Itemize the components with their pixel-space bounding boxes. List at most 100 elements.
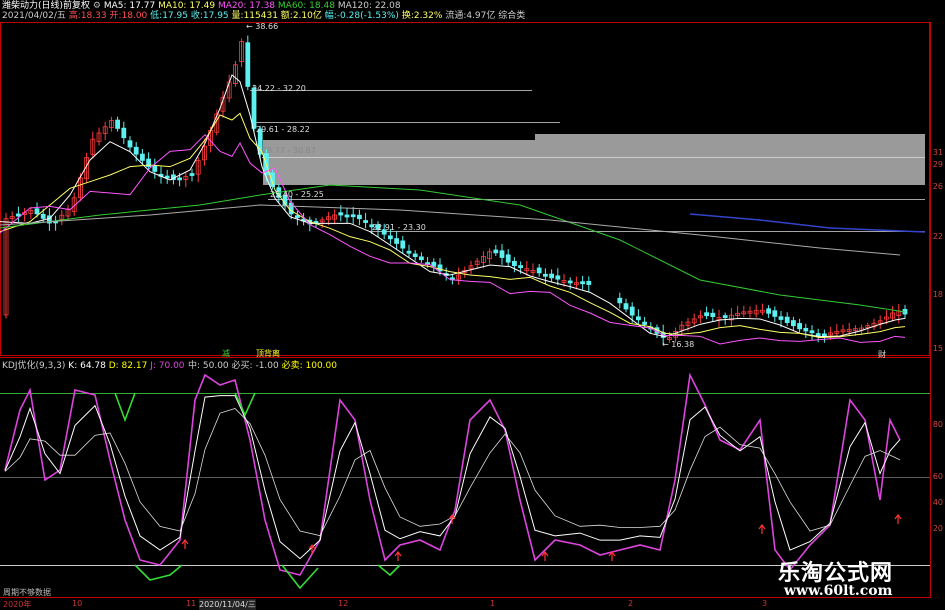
indicator-header: KDJ优化(9,3,3) K: 64.78 D: 82.17 J: 70.00 <box>2 361 185 372</box>
low-price-label: ← 16.38 <box>662 340 695 349</box>
level-label-2: 29.61 - 28.22 <box>256 125 310 134</box>
x-axis-label: 11 <box>186 599 197 608</box>
ma120-value: MA120: 22.08 <box>337 1 401 11</box>
mid-value: 中: 50.00 <box>188 361 229 371</box>
indicator-levels: 中: 50.00 必买: -1.00 必卖: 100.00 <box>188 361 337 372</box>
candle <box>822 333 827 337</box>
level-label-4: 25.40 - 25.25 <box>270 190 324 199</box>
watermark-url: www.60lt.com <box>784 583 893 599</box>
ma60-line <box>0 184 906 313</box>
candle <box>15 213 21 217</box>
candle <box>791 320 796 327</box>
candle <box>766 308 771 314</box>
candle <box>356 214 362 220</box>
chart-canvas[interactable] <box>0 0 945 609</box>
dividend-marker: 财 <box>878 350 886 359</box>
price-panel-frame <box>0 22 930 356</box>
oversold-segment <box>134 564 183 581</box>
amount-value: 额:2.10亿 <box>280 11 322 21</box>
x-axis-label: 10 <box>72 599 83 608</box>
candle <box>133 146 139 155</box>
buy-arrow-icon <box>394 551 402 561</box>
candle <box>722 315 728 318</box>
candle <box>815 333 821 336</box>
price-axis-label: 22 <box>932 232 943 241</box>
indicator-axis-label: 60 <box>932 472 943 481</box>
candle <box>363 220 369 223</box>
high-value: 高:18.33 <box>68 11 107 21</box>
buy-arrow-icon <box>894 514 902 524</box>
price-axis-label: 29 <box>932 160 943 169</box>
candle <box>406 250 412 254</box>
open-value: 开:18.00 <box>109 11 148 21</box>
candle <box>642 321 647 325</box>
candle <box>710 312 716 318</box>
buy-arrow-icon <box>181 539 189 549</box>
x-axis-cursor-date: 2020/11/04/三 <box>199 599 256 610</box>
level-label-5: 22.91 - 23.30 <box>372 223 426 232</box>
adjust-mode: 前复权 <box>63 1 91 11</box>
change-value: 幅:-0.28(-1.53%) <box>324 11 399 21</box>
candle <box>555 275 561 280</box>
stock-name: 潍柴动力(日线) <box>2 1 64 11</box>
candle <box>115 119 120 129</box>
candle <box>189 173 195 176</box>
candle <box>245 42 251 87</box>
info-line: 2021/04/02/五 高:18.33 开:18.00 低:17.95 收:1… <box>2 11 525 22</box>
indicator-axis-label: 20 <box>932 524 943 533</box>
candle <box>518 265 523 269</box>
candle <box>586 280 592 285</box>
candle <box>778 316 784 320</box>
x-axis-label: 2 <box>628 599 634 608</box>
indicator-axis-label: 40 <box>932 498 943 507</box>
candle <box>580 281 585 285</box>
x-axis-label: 3 <box>762 599 768 608</box>
candle <box>512 260 517 267</box>
gear-icon[interactable]: ⚙ <box>93 1 101 11</box>
indicator-name[interactable]: KDJ优化(9,3,3) <box>2 361 65 371</box>
candle <box>493 249 499 254</box>
price-axis-label: 15 <box>932 344 943 353</box>
candle <box>40 213 46 219</box>
close-value: 收:17.95 <box>190 11 229 21</box>
price-axis-label: 26 <box>932 182 943 191</box>
must-buy-value: 必买: -1.00 <box>231 361 279 371</box>
candle <box>704 312 709 317</box>
date-value: 2021/04/02/五 <box>2 11 66 21</box>
ma10-value: MA10: 17.49 <box>158 1 216 11</box>
candle <box>344 214 350 218</box>
oversold-segment <box>281 564 319 590</box>
candle <box>803 327 809 332</box>
j-value: J: 70.00 <box>150 361 185 371</box>
candle <box>617 297 623 304</box>
candle <box>505 254 511 263</box>
candle <box>127 140 133 148</box>
candle <box>338 212 344 216</box>
buy-signal-label: 减 <box>222 349 230 358</box>
ma60-value: MA60: 18.48 <box>277 1 335 11</box>
candle <box>394 238 400 244</box>
candle <box>387 235 393 240</box>
volume-value: 量:115431 <box>231 11 278 21</box>
candle <box>623 303 629 310</box>
level-label-1: 34.22 - 32.20 <box>252 84 306 93</box>
price-axis-label: 18 <box>932 290 943 299</box>
must-sell-value: 必卖: 100.00 <box>281 361 337 371</box>
overbought-segment <box>114 392 136 423</box>
price-zone-band-top <box>535 134 925 142</box>
candle <box>536 267 542 274</box>
ma120-line <box>0 204 901 256</box>
ma20-value: MA20: 17.38 <box>217 1 276 11</box>
buy-arrow-icon <box>541 551 549 561</box>
low-value: 低:17.95 <box>150 11 188 21</box>
sell-signal-label: 顶背离 <box>256 349 280 358</box>
candle <box>400 240 406 249</box>
candle <box>418 256 424 261</box>
long-ma-line <box>689 213 926 233</box>
x-axis-label: 2020年 <box>3 600 32 609</box>
candle <box>549 273 554 279</box>
buy-arrow-icon <box>608 551 616 561</box>
float-cap-value: 流通:4.97亿 <box>445 11 496 21</box>
ma5-value: MA5: 17.77 <box>103 1 156 11</box>
candle <box>629 306 635 316</box>
